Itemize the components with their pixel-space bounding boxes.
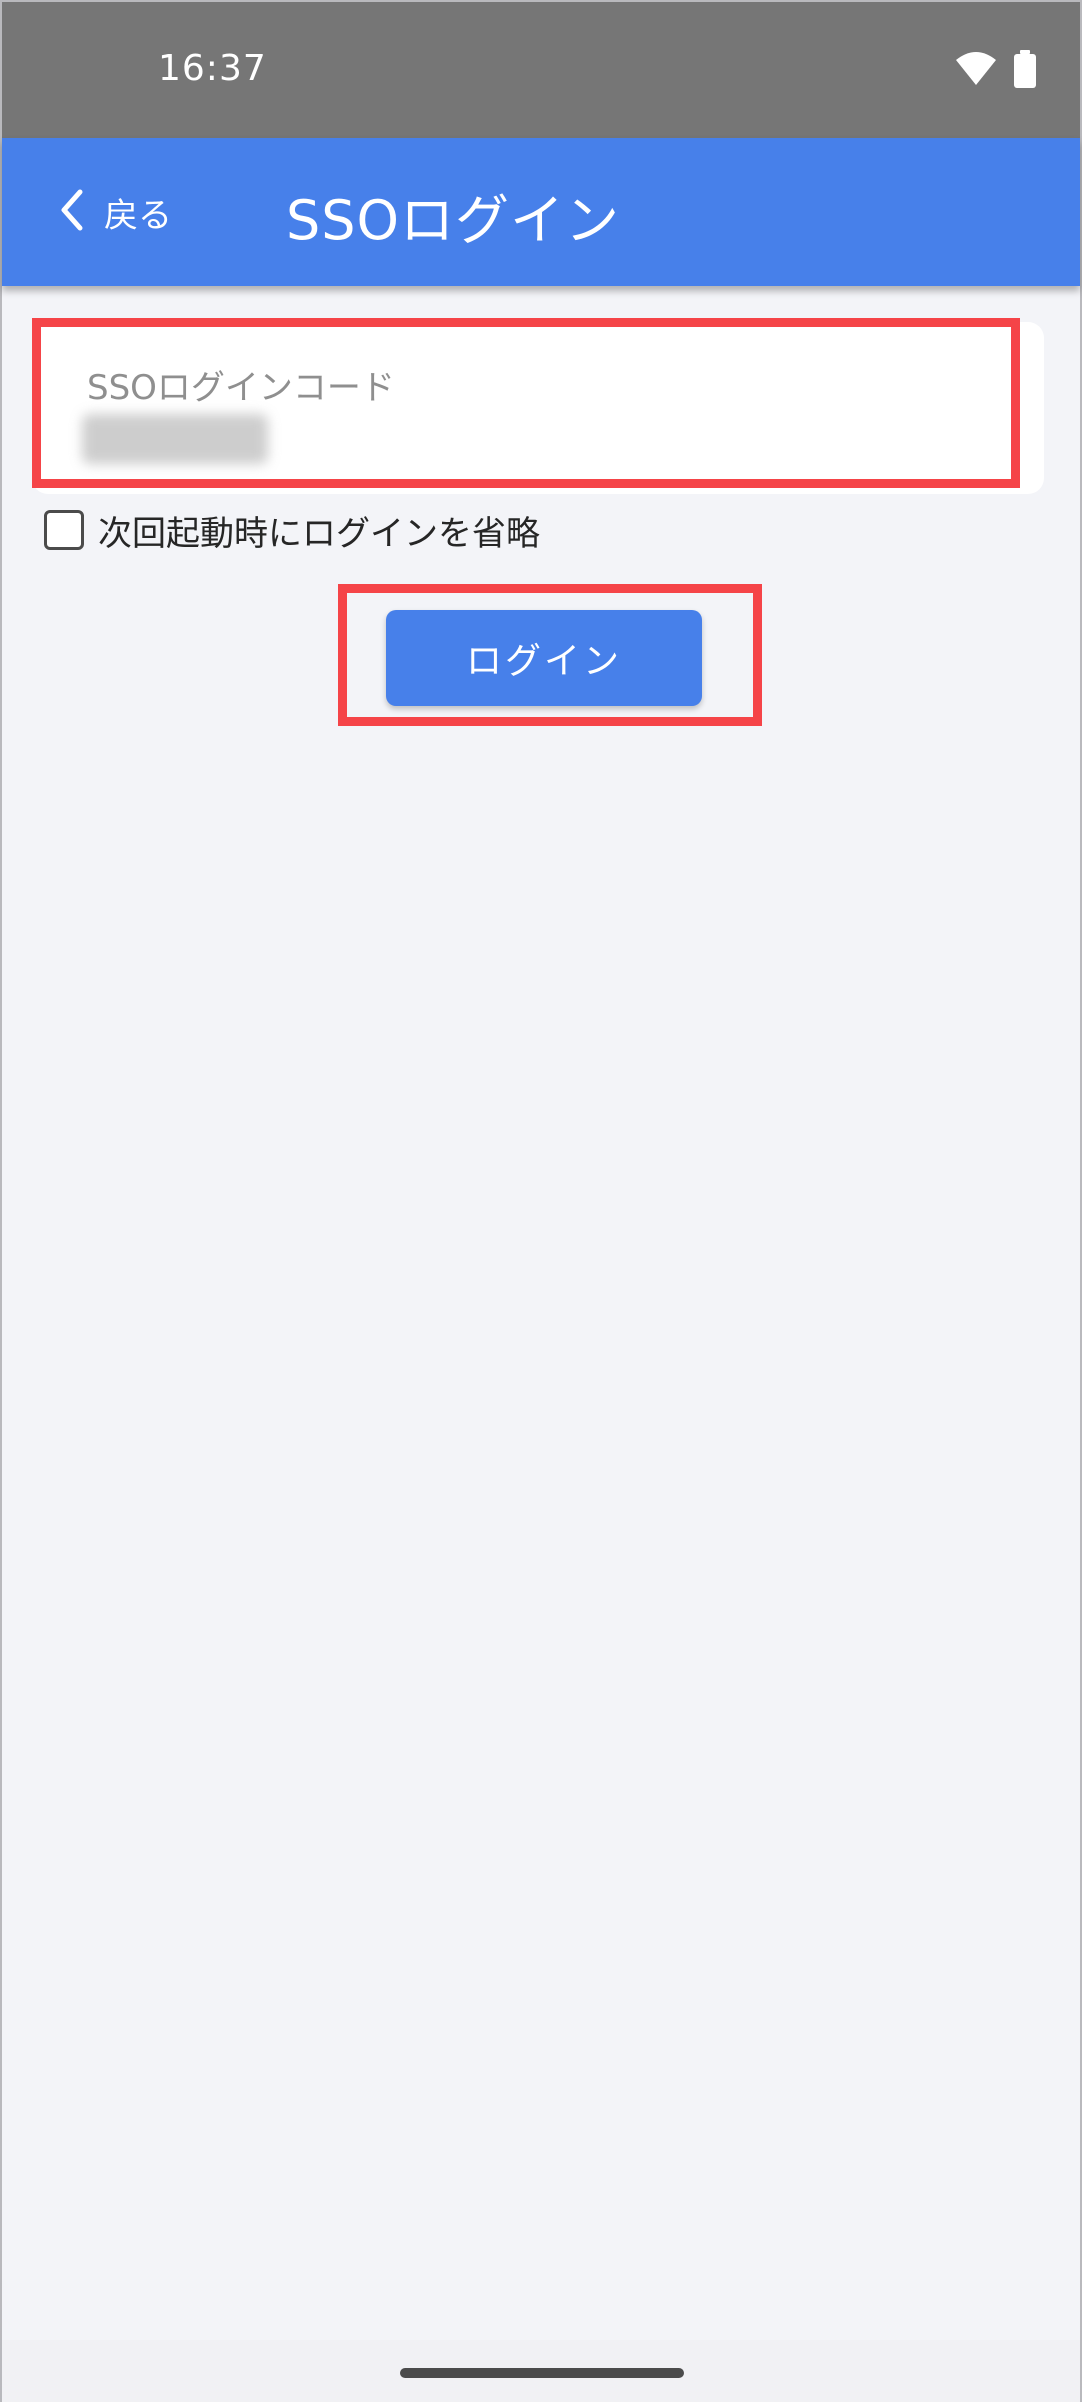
skip-login-label: 次回起動時にログインを省略 [98, 513, 540, 554]
skip-login-checkbox[interactable] [44, 510, 84, 550]
chevron-left-icon [58, 188, 86, 236]
sso-code-field[interactable]: SSOログインコード [32, 322, 1044, 494]
navigation-bar [2, 2340, 1080, 2402]
sso-code-label: SSOログインコード [87, 368, 395, 408]
status-time: 16:37 [158, 48, 267, 89]
back-button[interactable]: 戻る [58, 182, 172, 242]
status-icons [956, 50, 1036, 92]
home-indicator[interactable] [400, 2368, 684, 2378]
wifi-icon [956, 52, 996, 90]
back-button-label: 戻る [104, 195, 172, 236]
status-bar: 16:37 [2, 2, 1080, 138]
app-bar: 戻る SSOログイン [2, 138, 1080, 286]
skip-login-option[interactable]: 次回起動時にログインを省略 [44, 506, 540, 554]
sso-code-input[interactable] [82, 410, 982, 470]
battery-icon [1014, 50, 1036, 92]
page-title: SSOログイン [286, 189, 621, 252]
login-button[interactable]: ログイン [386, 610, 702, 706]
